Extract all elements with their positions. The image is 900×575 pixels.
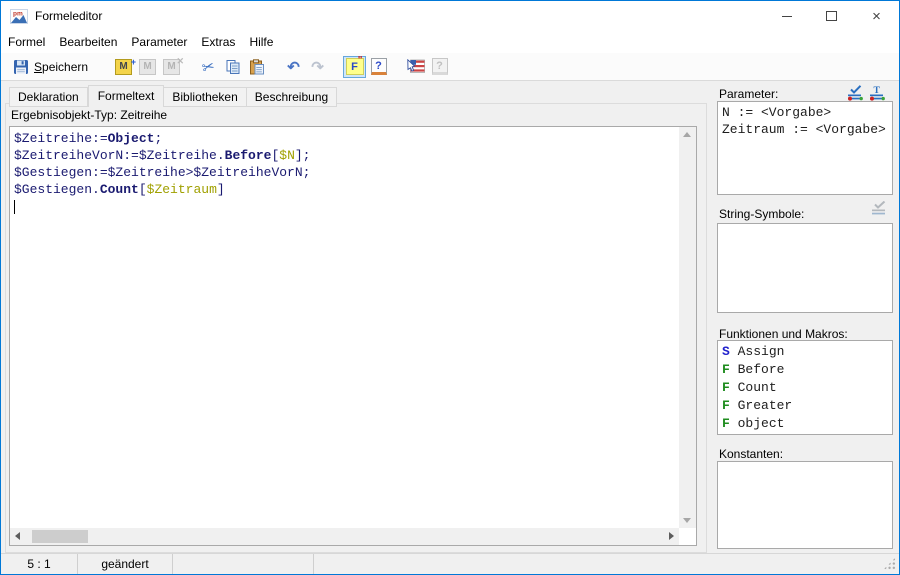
flag-icon <box>407 59 425 74</box>
menu-item-extras[interactable]: Extras <box>194 31 242 52</box>
language-flag-button[interactable] <box>404 56 427 78</box>
paste-button[interactable] <box>245 56 268 78</box>
check-edit-icon-disabled <box>871 201 888 216</box>
app-icon: pm <box>10 9 28 24</box>
tab-formeltext[interactable]: Formeltext <box>88 85 165 107</box>
parameter-item[interactable]: Zeitraum := <Vorgabe> <box>722 121 888 138</box>
save-button[interactable]: Speichern <box>13 59 88 75</box>
constants-listbox[interactable] <box>717 461 893 549</box>
scroll-up-icon[interactable] <box>683 132 691 137</box>
function-quote-icon: F" <box>346 58 364 75</box>
parameter-label: Parameter: <box>719 87 778 101</box>
tab-bibliotheken[interactable]: Bibliotheken <box>164 87 246 107</box>
tab-deklaration[interactable]: Deklaration <box>9 87 88 107</box>
text-caret <box>14 200 15 214</box>
undo-icon: ↶ <box>287 58 300 76</box>
maximize-icon <box>826 11 837 21</box>
parameter-list: N := <Vorgabe>Zeitraum := <Vorgabe> <box>718 102 892 140</box>
editor-vertical-scrollbar[interactable] <box>679 127 696 528</box>
function-item[interactable]: S Assign <box>718 343 892 361</box>
svg-text:pm: pm <box>13 10 23 17</box>
menu-item-hilfe[interactable]: Hilfe <box>242 31 280 52</box>
copy-button[interactable] <box>221 56 244 78</box>
titlebar: pm Formeleditor × <box>1 1 899 31</box>
formula-code[interactable]: $Zeitreihe:=Object;$ZeitreiheVorN:=$Zeit… <box>14 130 676 525</box>
string-symbols-edit-button <box>871 201 888 216</box>
editor-horizontal-scrollbar[interactable] <box>10 528 679 545</box>
code-line <box>14 198 676 215</box>
paste-icon <box>249 59 265 75</box>
check-edit-icon <box>847 85 864 101</box>
window-controls: × <box>764 1 899 31</box>
formula-editor[interactable]: $Zeitreihe:=Object;$ZeitreiheVorN:=$Zeit… <box>9 126 697 546</box>
scissors-icon: ✂ <box>200 56 217 77</box>
scroll-down-icon[interactable] <box>683 518 691 523</box>
close-icon: × <box>872 9 881 24</box>
cut-button[interactable]: ✂ <box>197 56 220 78</box>
constants-label: Konstanten: <box>719 447 783 461</box>
maximize-button[interactable] <box>809 1 854 31</box>
macro-delete-icon-disabled: M✕ <box>163 59 180 75</box>
close-button[interactable]: × <box>854 1 899 31</box>
scroll-right-icon[interactable] <box>669 532 674 540</box>
string-symbols-listbox[interactable] <box>717 223 893 313</box>
parameter-listbox[interactable]: N := <Vorgabe>Zeitraum := <Vorgabe> <box>717 101 893 195</box>
type-edit-icon: T <box>869 85 886 101</box>
code-line: $Gestiegen:=$Zeitreihe>$ZeitreiheVorN; <box>14 164 676 181</box>
macro-icon-disabled: M <box>139 59 156 75</box>
horizontal-scroll-thumb[interactable] <box>32 530 88 543</box>
function-item[interactable]: F Greater <box>718 397 892 415</box>
scroll-left-icon[interactable] <box>15 532 20 540</box>
result-type-label: Ergebnisobjekt-Typ: Zeitreihe <box>11 108 167 122</box>
toolbar: Speichern M+ M M✕ ✂ ↶ <box>1 53 899 81</box>
macro-edit-button: M <box>136 56 159 78</box>
string-symbols-label: String-Symbole: <box>719 207 804 221</box>
functions-list: S AssignF BeforeF CountF GreaterF object <box>718 341 892 433</box>
minimize-icon <box>782 16 792 17</box>
save-button-label: Speichern <box>34 60 88 74</box>
function-item[interactable]: F Before <box>718 361 892 379</box>
code-line: $Gestiegen.Count[$Zeitraum] <box>14 181 676 198</box>
menu-item-bearbeiten[interactable]: Bearbeiten <box>52 31 124 52</box>
window-title: Formeleditor <box>35 9 102 23</box>
tab-beschreibung[interactable]: Beschreibung <box>247 87 337 107</box>
context-help-button: ? <box>428 56 451 78</box>
edit-parameter-value-button[interactable] <box>847 85 864 101</box>
edit-parameter-type-button[interactable]: T <box>869 85 886 101</box>
functions-listbox[interactable]: S AssignF BeforeF CountF GreaterF object <box>717 340 893 435</box>
redo-button: ↷ <box>306 56 329 78</box>
menubar: FormelBearbeitenParameterExtrasHilfe <box>1 31 899 53</box>
undo-button[interactable]: ↶ <box>282 56 305 78</box>
redo-icon-disabled: ↷ <box>311 58 324 76</box>
question-mark-icon-disabled: ? <box>432 58 448 75</box>
insert-macro-button[interactable]: M+ <box>112 56 135 78</box>
insert-function-toggle[interactable]: F" <box>343 56 366 78</box>
statusbar: 5 : 1 geändert <box>1 553 899 574</box>
code-line: $Zeitreihe:=Object; <box>14 130 676 147</box>
floppy-disk-icon <box>13 59 29 75</box>
functions-label: Funktionen und Makros: <box>719 327 848 341</box>
copy-icon <box>225 59 241 75</box>
minimize-button[interactable] <box>764 1 809 31</box>
statusbar-divider <box>313 554 314 575</box>
parameter-item[interactable]: N := <Vorgabe> <box>722 104 888 121</box>
macro-delete-button: M✕ <box>160 56 183 78</box>
code-line: $ZeitreiheVorN:=$Zeitreihe.Before[$N]; <box>14 147 676 164</box>
menu-item-formel[interactable]: Formel <box>1 31 52 52</box>
function-item[interactable]: F object <box>718 415 892 433</box>
menu-item-parameter[interactable]: Parameter <box>124 31 194 52</box>
function-help-button[interactable]: ? <box>367 56 390 78</box>
question-mark-icon: ? <box>371 58 387 75</box>
statusbar-divider <box>172 554 173 575</box>
cursor-position-status: 5 : 1 <box>1 557 77 571</box>
document-state-status: geändert <box>78 557 172 571</box>
macro-plus-icon: M+ <box>115 59 132 75</box>
function-item[interactable]: F Count <box>718 379 892 397</box>
tab-strip: DeklarationFormeltextBibliothekenBeschre… <box>9 85 337 107</box>
formeleditor-window: pm Formeleditor × FormelBearbeitenParame… <box>0 0 900 575</box>
